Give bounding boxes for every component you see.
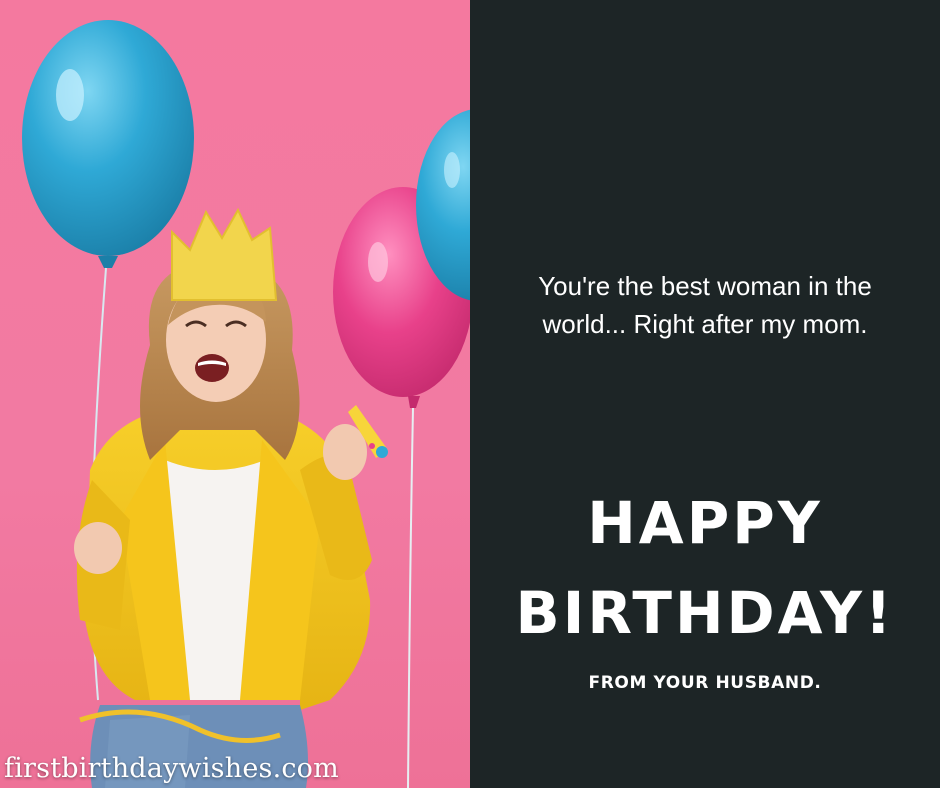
headline-line: HAPPY bbox=[587, 489, 823, 557]
woman-figure bbox=[74, 261, 372, 788]
quote-text: You're the best woman in the world... Ri… bbox=[490, 267, 920, 343]
watermark: firstbirthdaywishes.com bbox=[4, 753, 339, 784]
quote-line: You're the best woman in the bbox=[538, 271, 872, 301]
headline: HAPPY BIRTHDAY! bbox=[470, 478, 940, 658]
birthday-photo: firstbirthdaywishes.com bbox=[0, 0, 470, 788]
quote-line: world... Right after my mom. bbox=[542, 309, 868, 339]
signature: FROM YOUR HUSBAND. bbox=[588, 673, 822, 693]
crown-icon bbox=[171, 207, 278, 301]
birthday-card: firstbirthdaywishes.com You're the best … bbox=[0, 0, 940, 788]
headline-line: BIRTHDAY! bbox=[515, 579, 895, 647]
message-panel: You're the best woman in the world... Ri… bbox=[470, 0, 940, 788]
photo-illustration bbox=[22, 20, 470, 788]
